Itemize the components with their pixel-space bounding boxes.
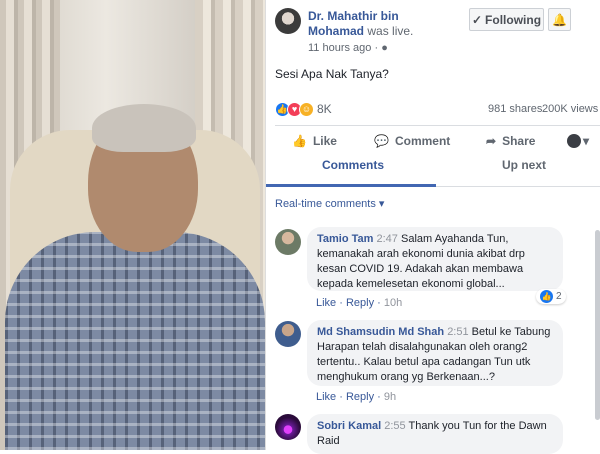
notification-bell-button[interactable]: 🔔 — [548, 8, 571, 31]
following-button[interactable]: ✓ Following — [469, 8, 544, 31]
reactions-summary[interactable]: 👍 ♥ ☺ 8K — [275, 101, 332, 117]
comment-icon: 💬 — [374, 134, 389, 148]
check-icon: ✓ — [471, 12, 483, 27]
like-icon: 👍 — [292, 134, 307, 148]
like-label: Like — [312, 134, 337, 148]
commenter-avatar[interactable] — [275, 229, 301, 255]
haha-reaction-icon: ☺ — [299, 101, 314, 117]
live-status: was live. — [367, 24, 414, 38]
speaker-shirt — [5, 232, 265, 450]
page-avatar[interactable] — [275, 8, 301, 34]
comment-reply-link[interactable]: Reply — [346, 391, 374, 403]
comment-like-count[interactable]: 👍 2 — [536, 289, 566, 304]
comment-author[interactable]: Md Shamsudin Md Shah — [317, 326, 444, 338]
post-timestamp[interactable]: 11 hours ago · ● — [308, 42, 388, 54]
comment-age: 9h — [383, 391, 397, 403]
comment-label: Comment — [394, 134, 451, 148]
post-header-text: Dr. Mahathir bin Mohamad was live. — [308, 9, 433, 39]
share-button[interactable]: ➦ Share — [486, 134, 535, 148]
comment-age: 10h — [383, 297, 403, 309]
divider — [275, 125, 600, 126]
shares-count[interactable]: 981 shares — [488, 103, 542, 115]
bell-icon: 🔔 — [552, 12, 567, 27]
views-count: 200K views — [542, 103, 599, 115]
timestamp-text: 11 hours ago — [308, 42, 372, 54]
filter-label: Real-time comments — [275, 198, 376, 210]
comment-author[interactable]: Tamio Tam — [317, 233, 373, 245]
comment-video-time[interactable]: 2:51 — [447, 326, 468, 338]
speaker-hair — [92, 104, 196, 152]
comments-scrollbar[interactable] — [595, 230, 600, 420]
globe-icon: · ● — [374, 42, 388, 54]
comment-like-link[interactable]: Like — [316, 391, 336, 403]
comment-video-time[interactable]: 2:55 — [384, 420, 405, 432]
following-label: Following — [485, 12, 542, 27]
commenter-avatar[interactable] — [275, 321, 301, 347]
like-icon: 👍 — [540, 290, 553, 303]
commenter-avatar[interactable] — [275, 414, 301, 440]
caret-down-icon: ▾ — [378, 198, 385, 210]
share-icon: ➦ — [486, 134, 497, 148]
comment-bubble: Md Shamsudin Md Shah 2:51 Betul ke Tabun… — [307, 320, 563, 386]
tab-up-next[interactable]: Up next — [502, 158, 546, 172]
comment-bubble: Tamio Tam 2:47 Salam Ayahanda Tun, keman… — [307, 227, 563, 291]
like-button[interactable]: 👍 Like — [292, 134, 337, 148]
comment-like-number: 2 — [556, 291, 562, 302]
tab-comments[interactable]: Comments — [322, 158, 384, 172]
caret-down-icon: ▾ — [583, 134, 590, 148]
comment-actions: Like · Reply · 10h — [316, 297, 403, 309]
comment-actions: Like · Reply · 9h — [316, 391, 397, 403]
comment-like-link[interactable]: Like — [316, 297, 336, 309]
post-panel: Dr. Mahathir bin Mohamad was live. 11 ho… — [265, 0, 600, 454]
profile-avatar-icon — [567, 134, 581, 148]
comment-reply-link[interactable]: Reply — [346, 297, 374, 309]
comment-video-time[interactable]: 2:47 — [377, 233, 398, 245]
comment-author[interactable]: Sobri Kamal — [317, 420, 381, 432]
share-label: Share — [502, 134, 536, 148]
comment-bubble: Sobri Kamal 2:55 Thank you Tun for the D… — [307, 414, 563, 454]
comment-button[interactable]: 💬 Comment — [374, 134, 450, 148]
active-tab-indicator — [266, 184, 436, 187]
comment-filter-dropdown[interactable]: Real-time comments ▾ — [275, 197, 384, 210]
audience-selector[interactable]: ▾ — [567, 134, 589, 148]
live-video[interactable] — [0, 0, 265, 450]
post-text: Sesi Apa Nak Tanya? — [275, 67, 389, 81]
reaction-count: 8K — [317, 102, 332, 116]
